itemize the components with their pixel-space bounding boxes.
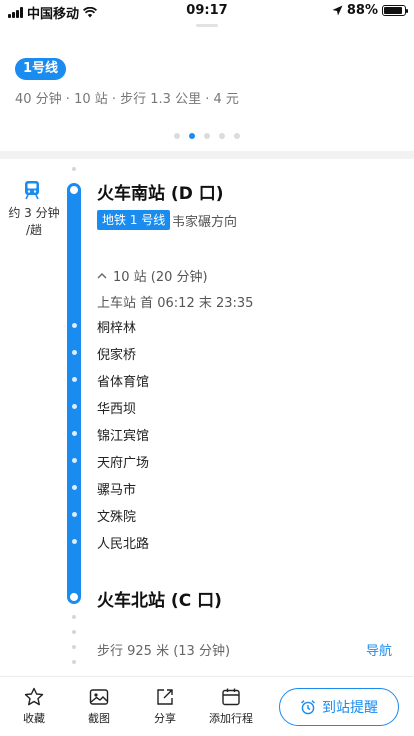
- image-icon: [89, 689, 109, 705]
- walk-dot: [72, 615, 76, 619]
- stop-dot: [72, 323, 77, 328]
- stop-dot: [72, 377, 77, 382]
- share-label: 分享: [154, 712, 176, 725]
- stop-name: 文殊院: [97, 510, 137, 525]
- arrival-alert-button[interactable]: 到站提醒: [279, 688, 399, 726]
- stop-name: 人民北路: [97, 537, 150, 552]
- stop-dot: [72, 512, 77, 517]
- battery-icon: [382, 5, 408, 16]
- location-arrow-icon: [332, 5, 343, 16]
- bottom-toolbar: 收藏 截图 分享 添加行程 到站提醒: [0, 676, 414, 736]
- stop-name: 省体育馆: [97, 375, 150, 390]
- stop-dot: [72, 485, 77, 490]
- chevron-up-icon: [97, 273, 107, 279]
- train-icon: [25, 181, 39, 200]
- stop-dot: [72, 350, 77, 355]
- board-station-marker: [67, 183, 81, 197]
- favorite-label: 收藏: [23, 712, 45, 725]
- section-divider: [0, 151, 414, 159]
- stop-name: 锦江宾馆: [97, 429, 150, 444]
- route-detail-page: 中国移动 09:17 88% 1号线 40 分钟 · 10 站 · 步行 1.3…: [0, 0, 414, 736]
- stop-dot: [72, 458, 77, 463]
- walk-dot: [72, 660, 76, 664]
- alight-station-marker: [67, 590, 81, 604]
- line-tag: 地铁 1 号线: [97, 210, 171, 230]
- navigate-link[interactable]: 导航: [366, 640, 392, 659]
- add-trip-label: 添加行程: [209, 712, 253, 725]
- page-indicator[interactable]: [0, 133, 414, 139]
- route-summary: 40 分钟 · 10 站 · 步行 1.3 公里 · 4 元: [15, 92, 239, 107]
- stop-name: 桐梓林: [97, 321, 137, 336]
- stops-count: 10 站 (20 分钟): [113, 270, 208, 285]
- board-station-name[interactable]: 火车南站 (D 口): [97, 179, 224, 204]
- direction-label: 韦家碾方向: [172, 215, 238, 230]
- walk-dot: [72, 167, 76, 171]
- add-trip-button[interactable]: 添加行程: [201, 687, 261, 726]
- stop-dot: [72, 539, 77, 544]
- battery-percent: 88%: [346, 3, 378, 18]
- stop-dot: [72, 404, 77, 409]
- screenshot-label: 截图: [88, 712, 110, 725]
- calendar-icon: [222, 688, 240, 706]
- stops-toggle[interactable]: 10 站 (20 分钟): [97, 266, 208, 285]
- page-dot[interactable]: [219, 133, 225, 139]
- walk-dot: [72, 630, 76, 634]
- stop-dot: [72, 431, 77, 436]
- walk-info: 步行 925 米 (13 分钟): [97, 644, 231, 659]
- sheet-grabber[interactable]: [196, 24, 218, 27]
- service-hours: 上车站 首 06:12 末 23:35: [97, 296, 254, 311]
- screenshot-button[interactable]: 截图: [69, 687, 129, 726]
- stop-name: 天府广场: [97, 456, 150, 471]
- share-button[interactable]: 分享: [135, 687, 195, 726]
- page-dot[interactable]: [189, 133, 195, 139]
- wait-time: 约 3 分钟 /趟: [8, 206, 60, 237]
- arrival-alert-label: 到站提醒: [322, 700, 378, 716]
- stop-name: 骡马市: [97, 483, 137, 498]
- stop-name: 倪家桥: [97, 348, 137, 363]
- alight-station-name[interactable]: 火车北站 (C 口): [97, 586, 222, 611]
- star-icon: [24, 687, 44, 706]
- walk-dot: [72, 645, 76, 649]
- page-dot[interactable]: [174, 133, 180, 139]
- page-dot[interactable]: [234, 133, 240, 139]
- favorite-button[interactable]: 收藏: [4, 687, 64, 726]
- page-dot[interactable]: [204, 133, 210, 139]
- status-bar: 中国移动 09:17 88%: [0, 0, 414, 22]
- alarm-clock-icon: [301, 700, 315, 715]
- stop-name: 华西坝: [97, 402, 137, 417]
- share-icon: [157, 689, 173, 705]
- line-badge: 1号线: [15, 58, 67, 80]
